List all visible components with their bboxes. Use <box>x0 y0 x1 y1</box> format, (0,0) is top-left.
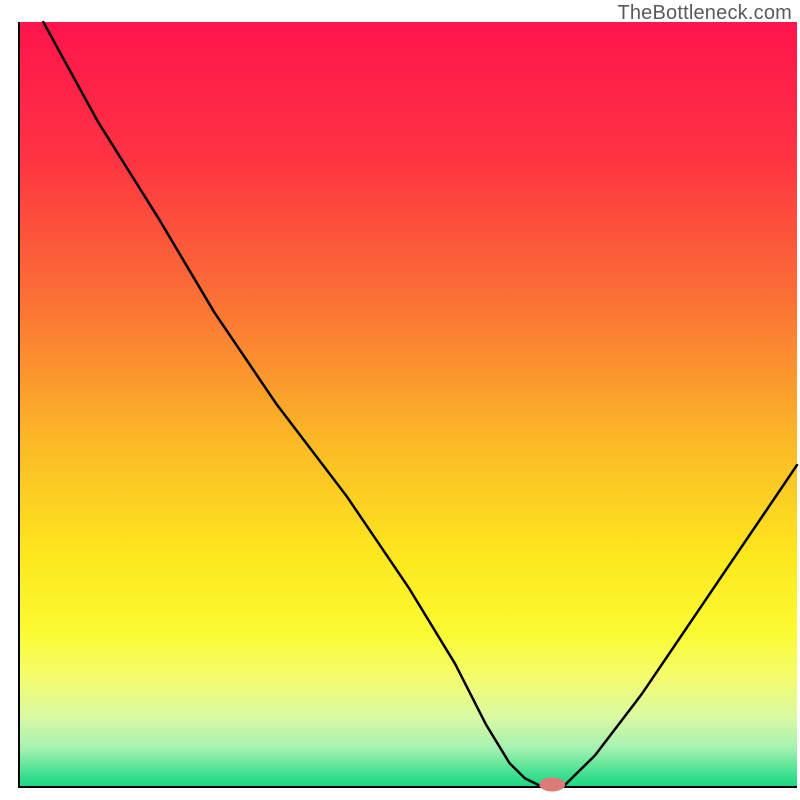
watermark-text: TheBottleneck.com <box>617 2 792 25</box>
gradient-background <box>20 22 797 786</box>
bottleneck-chart <box>0 0 800 800</box>
optimal-point-marker <box>539 777 565 791</box>
chart-container: TheBottleneck.com <box>0 0 800 800</box>
